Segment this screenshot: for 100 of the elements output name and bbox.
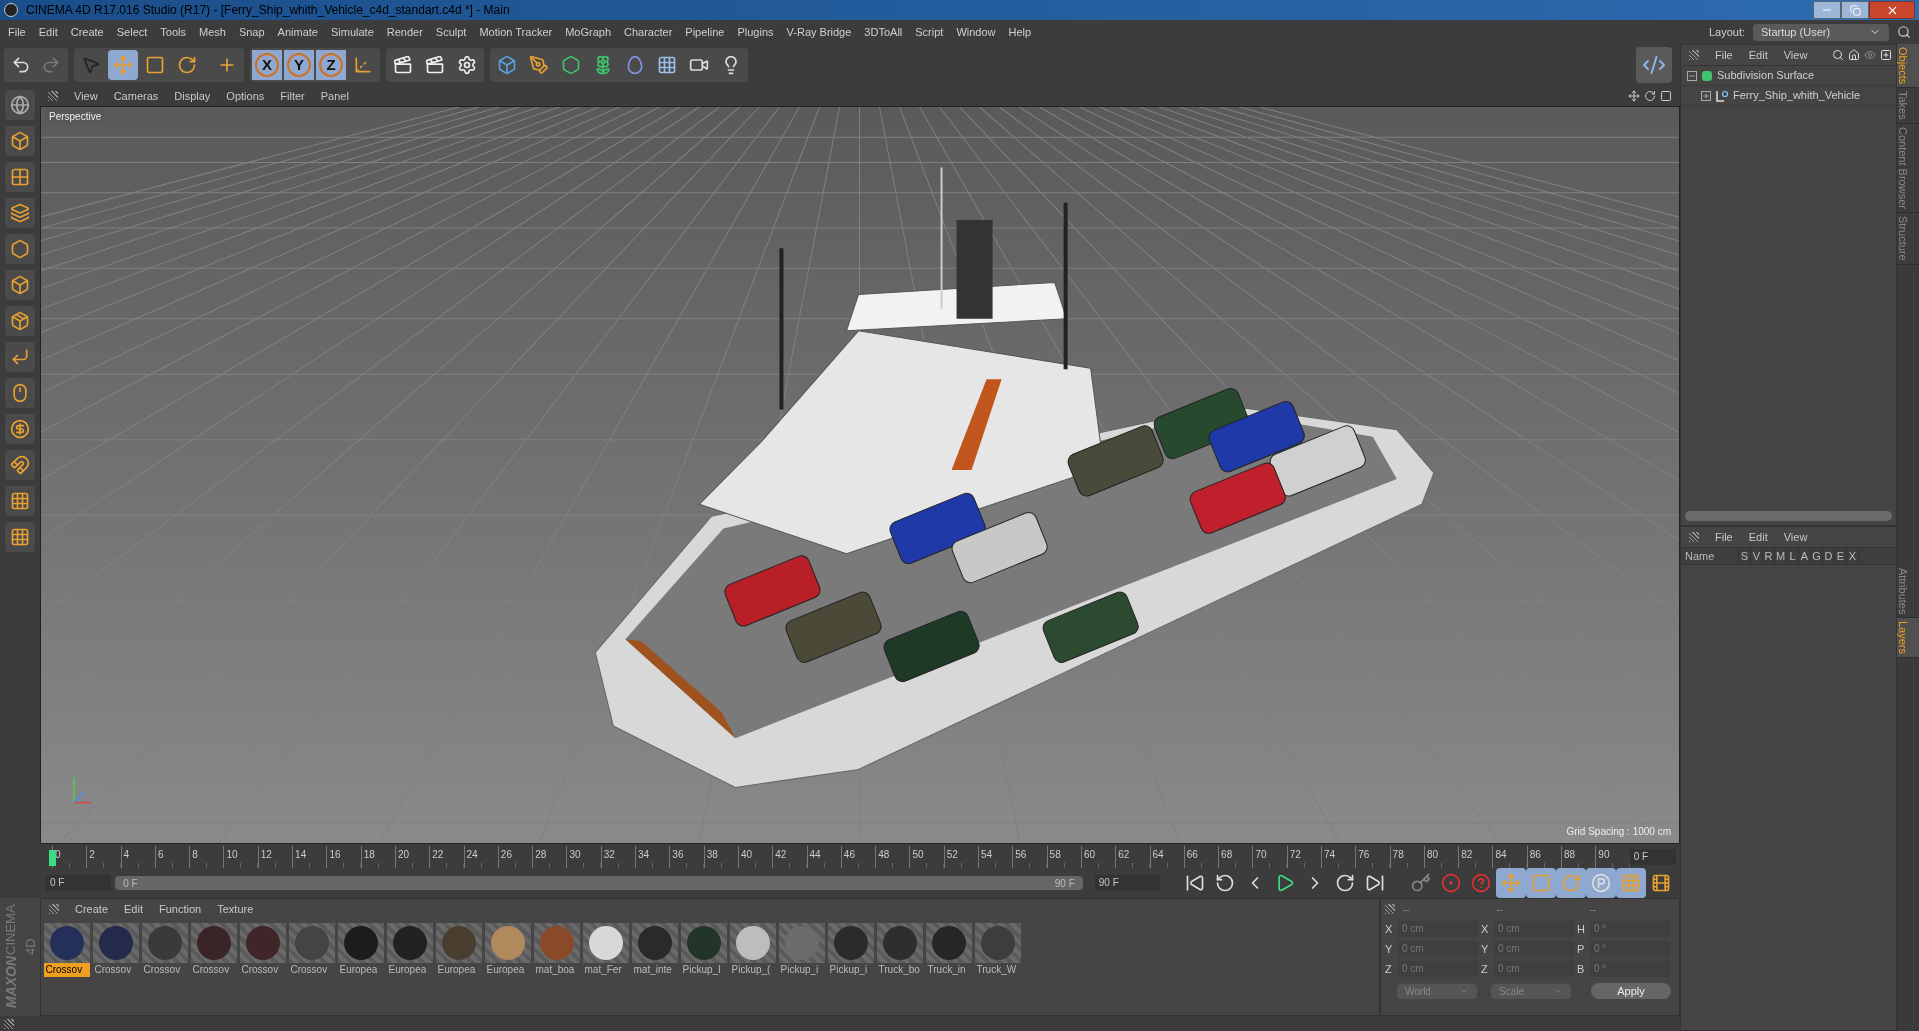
column-header[interactable]: G <box>1811 548 1823 564</box>
menu-item[interactable]: MoGraph <box>565 23 612 41</box>
menu-item[interactable]: Edit <box>124 900 143 918</box>
menu-item[interactable]: Tools <box>160 23 186 41</box>
column-header[interactable]: E <box>1835 548 1847 564</box>
menu-item[interactable]: Help <box>1008 23 1032 41</box>
axis-lock-button[interactable]: X <box>252 50 282 80</box>
column-header[interactable]: D <box>1823 548 1835 564</box>
menu-item[interactable]: File <box>1715 528 1733 546</box>
menu-item[interactable]: Select <box>116 23 148 41</box>
menu-item[interactable]: Script <box>915 23 944 41</box>
square-icon <box>145 55 165 75</box>
column-header[interactable]: S <box>1739 548 1751 564</box>
menu-item[interactable]: Render <box>386 23 423 41</box>
mode-button[interactable] <box>5 450 35 480</box>
mode-button[interactable] <box>5 234 35 264</box>
mode-button[interactable] <box>5 198 35 228</box>
menu-item[interactable]: Cameras <box>113 87 159 105</box>
side-tab[interactable]: Objects <box>1897 44 1919 89</box>
square-icon[interactable] <box>1660 90 1672 102</box>
search-icon[interactable] <box>1897 25 1911 39</box>
rotate-icon[interactable] <box>1644 90 1656 102</box>
menu-item[interactable]: Options <box>226 87 265 105</box>
menu-item[interactable]: V-Ray Bridge <box>786 23 852 41</box>
column-header[interactable]: X <box>1847 548 1859 564</box>
menu-item[interactable]: Create <box>75 900 109 918</box>
axis-lock-button[interactable]: Z <box>316 50 346 80</box>
column-header[interactable]: L <box>1787 548 1799 564</box>
menu-item[interactable]: Panel <box>320 87 349 105</box>
mode-button[interactable] <box>5 270 35 300</box>
menu-item[interactable]: View <box>1783 528 1808 546</box>
menu-item[interactable]: Function <box>159 900 202 918</box>
script-button[interactable] <box>1636 47 1672 83</box>
search-icon[interactable] <box>1832 49 1844 61</box>
menu-item[interactable]: Filter <box>280 87 305 105</box>
timeline-tick-label: 66 <box>1185 849 1198 860</box>
menu-item[interactable]: Display <box>174 87 211 105</box>
menu-item[interactable]: Edit <box>1748 46 1768 64</box>
home-icon[interactable] <box>1848 49 1860 61</box>
object-row[interactable]: Subdivision Surface <box>1681 66 1896 86</box>
column-header[interactable]: R <box>1763 548 1775 564</box>
mode-button[interactable] <box>5 162 35 192</box>
menu-item[interactable]: File <box>1715 46 1733 64</box>
maximize-button[interactable] <box>1841 1 1869 19</box>
column-header[interactable]: A <box>1799 548 1811 564</box>
new-view-icon[interactable] <box>1880 49 1892 61</box>
timeline-tick-label: 58 <box>1048 849 1061 860</box>
mode-button[interactable] <box>5 342 35 372</box>
menu-item[interactable]: Pipeline <box>685 23 725 41</box>
end-frame-field[interactable]: 90 F <box>1094 875 1160 891</box>
close-button[interactable] <box>1869 1 1915 19</box>
apply-button[interactable]: Apply <box>1591 983 1671 999</box>
mode-button[interactable] <box>5 486 35 516</box>
side-tab[interactable]: Layers <box>1897 618 1919 659</box>
menu-item[interactable]: 3DToAll <box>864 23 903 41</box>
column-header[interactable]: V <box>1751 548 1763 564</box>
magnet-icon <box>10 455 30 475</box>
mode-button[interactable] <box>5 522 35 552</box>
menu-item[interactable]: Plugins <box>737 23 774 41</box>
column-header[interactable]: M <box>1775 548 1787 564</box>
mode-button[interactable] <box>5 90 35 120</box>
playhead-marker[interactable] <box>49 850 56 866</box>
object-row[interactable]: Ferry_Ship_whith_Vehicle <box>1681 86 1896 106</box>
mode-button[interactable] <box>5 414 35 444</box>
menu-item[interactable]: Character <box>624 23 673 41</box>
mode-button[interactable] <box>5 306 35 336</box>
expander-icon[interactable] <box>1687 70 1697 81</box>
menu-item[interactable]: View <box>74 87 98 105</box>
eye-icon[interactable] <box>1864 49 1876 61</box>
current-frame-field[interactable]: 0 F <box>1629 849 1676 865</box>
menu-item[interactable]: Sculpt <box>435 23 467 41</box>
menu-item[interactable]: Animate <box>277 23 318 41</box>
move-arrows-icon[interactable] <box>1628 90 1640 102</box>
menu-item[interactable]: Mesh <box>199 23 226 41</box>
start-frame-field[interactable]: 0 F <box>46 875 112 891</box>
mode-button[interactable] <box>5 126 35 156</box>
expander-icon[interactable] <box>1701 90 1711 101</box>
side-tab[interactable]: Content Browser <box>1897 124 1919 213</box>
viewport[interactable]: Perspective Grid Spacing : 1000 cm <box>40 106 1680 844</box>
menu-item[interactable]: Simulate <box>330 23 374 41</box>
layout-dropdown[interactable]: Startup (User) <box>1753 23 1889 41</box>
side-tab[interactable]: Structure <box>1897 213 1919 265</box>
range-end-label: 90 F <box>1054 876 1075 891</box>
menu-item[interactable]: Snap <box>238 23 265 41</box>
frame-range-slider[interactable]: 0 F 90 F <box>115 876 1083 890</box>
coordinate-header: -- <box>1402 902 1411 917</box>
menu-item[interactable]: Create <box>70 23 104 41</box>
column-header[interactable]: Name <box>1681 548 1739 564</box>
mode-button[interactable] <box>5 378 35 408</box>
menu-item[interactable]: Window <box>956 23 996 41</box>
menu-item[interactable]: View <box>1783 46 1808 64</box>
minimize-button[interactable] <box>1813 1 1841 19</box>
menu-item[interactable]: Edit <box>38 23 58 41</box>
menu-item[interactable]: Motion Tracker <box>479 23 553 41</box>
menu-item[interactable]: Texture <box>217 900 254 918</box>
menu-item[interactable]: Edit <box>1748 528 1768 546</box>
scrollbar[interactable] <box>1685 511 1892 521</box>
axis-lock-button[interactable]: Y <box>284 50 314 80</box>
side-tab[interactable]: Takes <box>1897 88 1919 125</box>
menu-item[interactable]: File <box>8 23 26 41</box>
